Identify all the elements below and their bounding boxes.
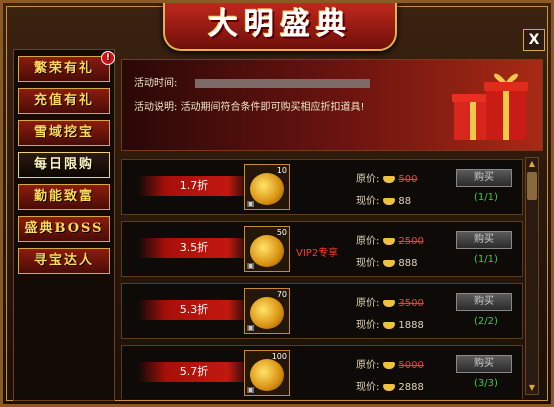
original-price-value: 3500 — [398, 298, 424, 309]
lock-icon: ▣ — [247, 261, 255, 270]
lock-icon: ▣ — [247, 323, 255, 332]
scroll-thumb[interactable] — [527, 172, 537, 200]
item-quantity: 100 — [271, 352, 287, 361]
event-banner: 活动时间: 活动说明: 活动期间符合条件即可购买相应折扣道具! — [121, 59, 543, 151]
purchase-limit: (2/2) — [474, 316, 498, 327]
original-price: 原价: 3500 — [356, 298, 424, 309]
scroll-down-icon[interactable]: ▼ — [526, 382, 538, 394]
item-slot[interactable]: 70 ▣ — [244, 288, 290, 334]
ingot-icon — [383, 361, 396, 369]
purchase-limit: (3/3) — [474, 378, 498, 389]
buy-button[interactable]: 购买 — [456, 231, 512, 249]
ingot-icon — [383, 237, 396, 245]
item-slot[interactable]: 100 ▣ — [244, 350, 290, 396]
list-item: 5.3折 70 ▣ 原价: 3500 现价: 1888 购买 (2/2) — [121, 283, 523, 339]
gold-coin-icon — [250, 235, 284, 267]
sidebar-item-label: 每日限购 — [33, 157, 94, 172]
sidebar-item-label: 盛典BOSS — [24, 221, 104, 236]
event-desc-label: 活动说明: — [134, 102, 178, 113]
list-item: 5.7折 100 ▣ 原价: 5000 现价: 2888 购买 (3/3) — [121, 345, 523, 399]
redacted-time — [194, 78, 370, 88]
sidebar-item-boss[interactable]: 盛典BOSS — [18, 216, 110, 242]
sidebar-item-prosperity[interactable]: 繁荣有礼 ! — [18, 51, 115, 82]
lock-icon: ▣ — [247, 199, 255, 208]
current-price-value: 1888 — [398, 320, 424, 331]
current-price: 现价: 888 — [356, 258, 418, 269]
event-description: 活动说明: 活动期间符合条件即可购买相应折扣道具! — [134, 98, 365, 113]
sidebar: 繁荣有礼 ! 充值有礼 雪域挖宝 每日限购 勤能致富 盛典BOSS 寻宝达人 — [13, 49, 115, 401]
item-quantity: 50 — [276, 228, 287, 237]
buy-button[interactable]: 购买 — [456, 293, 512, 311]
original-price-value: 500 — [398, 174, 418, 185]
current-price-value: 88 — [398, 196, 412, 207]
list-item: 1.7折 10 ▣ 原价: 500 现价: 88 购买 (1/1) — [121, 159, 523, 215]
event-desc-text: 活动期间符合条件即可购买相应折扣道具! — [180, 102, 365, 113]
current-price: 现价: 88 — [356, 196, 412, 207]
sidebar-item-diligence[interactable]: 勤能致富 — [18, 184, 110, 210]
close-button[interactable]: X — [523, 29, 545, 51]
buy-button[interactable]: 购买 — [456, 169, 512, 187]
original-price-value: 2500 — [398, 236, 424, 247]
current-price-value: 888 — [398, 258, 418, 269]
ingot-icon — [383, 175, 396, 183]
ingot-icon — [383, 259, 396, 267]
buy-button[interactable]: 购买 — [456, 355, 512, 373]
current-price: 现价: 2888 — [356, 382, 424, 393]
item-list: 1.7折 10 ▣ 原价: 500 现价: 88 购买 (1/1) 3.5折 50 … — [121, 155, 523, 399]
original-price: 原价: 500 — [356, 174, 418, 185]
discount-ribbon: 5.3折 — [138, 300, 250, 320]
purchase-limit: (1/1) — [474, 254, 498, 265]
sidebar-item-label: 繁荣有礼 — [33, 61, 94, 76]
sidebar-item-daily-limit[interactable]: 每日限购 — [18, 152, 110, 178]
item-quantity: 10 — [276, 166, 287, 175]
scroll-up-icon[interactable]: ▲ — [526, 158, 538, 170]
original-price: 原价: 5000 — [356, 360, 424, 371]
event-time-label: 活动时间: — [134, 78, 178, 89]
ingot-icon — [383, 383, 396, 391]
purchase-limit: (1/1) — [474, 192, 498, 203]
scrollbar[interactable]: ▲ ▼ — [525, 157, 539, 395]
ingot-icon — [383, 299, 396, 307]
window-title-plate: 大明盛典 — [163, 3, 397, 51]
sidebar-item-snow-dig[interactable]: 雪域挖宝 — [18, 120, 110, 146]
item-slot[interactable]: 50 ▣ — [244, 226, 290, 272]
sidebar-item-label: 充值有礼 — [33, 93, 94, 108]
gold-coin-icon — [250, 297, 284, 329]
vip-tag: VIP2专享 — [296, 248, 339, 259]
current-price: 现价: 1888 — [356, 320, 424, 331]
ingot-icon — [383, 197, 396, 205]
ingot-icon — [383, 321, 396, 329]
sidebar-item-recharge[interactable]: 充值有礼 — [18, 88, 110, 114]
original-price: 原价: 2500 — [356, 236, 424, 247]
gift-box-icon — [452, 73, 528, 140]
gold-coin-icon — [250, 359, 284, 391]
sidebar-item-label: 勤能致富 — [33, 189, 94, 204]
gold-coin-icon — [250, 173, 284, 205]
item-quantity: 70 — [276, 290, 287, 299]
current-price-value: 2888 — [398, 382, 424, 393]
list-item: 3.5折 50 ▣ VIP2专享 原价: 2500 现价: 888 购买 (1/1) — [121, 221, 523, 277]
notification-badge: ! — [101, 51, 115, 65]
event-window: 大明盛典 X 繁荣有礼 ! 充值有礼 雪域挖宝 每日限购 勤能致富 盛典BOSS… — [0, 0, 554, 407]
sidebar-item-treasure-hunt[interactable]: 寻宝达人 — [18, 248, 110, 274]
window-title: 大明盛典 — [208, 7, 352, 42]
discount-ribbon: 1.7折 — [138, 176, 250, 196]
discount-ribbon: 5.7折 — [138, 362, 250, 382]
sidebar-item-label: 雪域挖宝 — [33, 125, 94, 140]
discount-ribbon: 3.5折 — [138, 238, 250, 258]
item-slot[interactable]: 10 ▣ — [244, 164, 290, 210]
original-price-value: 5000 — [398, 360, 424, 371]
lock-icon: ▣ — [247, 385, 255, 394]
sidebar-item-label: 寻宝达人 — [33, 253, 94, 268]
event-time: 活动时间: — [134, 74, 370, 89]
